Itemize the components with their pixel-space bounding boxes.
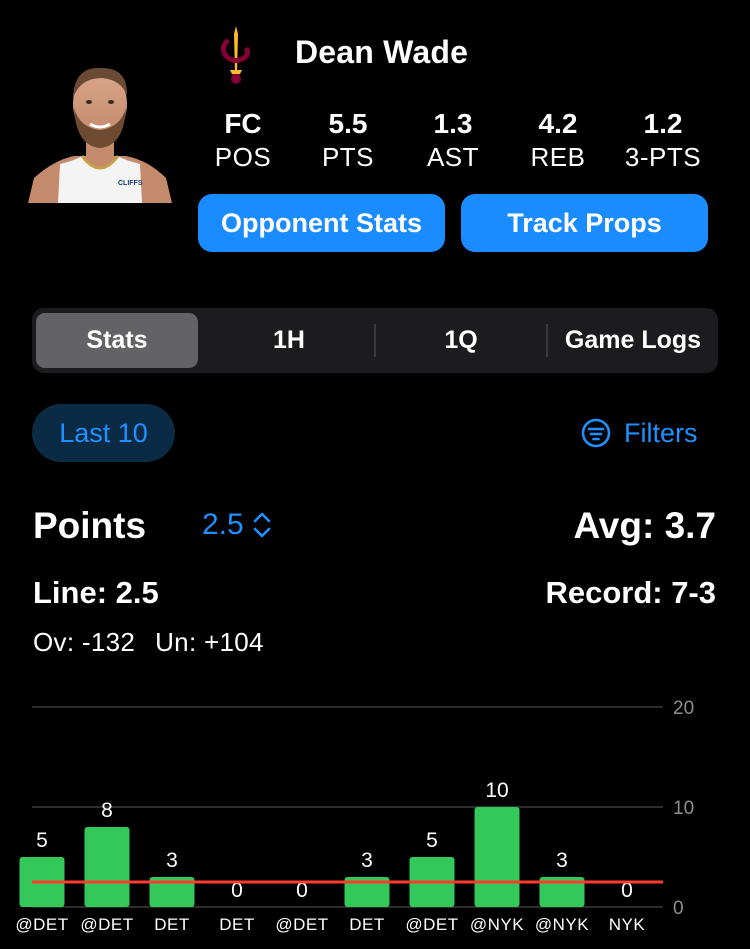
player-headshot: CLIFFS xyxy=(24,60,176,203)
stat-label: 3-PTS xyxy=(624,142,702,172)
stat-label: PTS xyxy=(321,142,375,172)
y-tick-label: 10 xyxy=(673,798,694,819)
y-tick-label: 20 xyxy=(673,698,694,719)
stat-rebounds: 4.2 REB xyxy=(508,108,608,174)
x-tick-label: DET xyxy=(154,915,190,934)
stat-assists: 1.3 AST xyxy=(403,108,503,174)
chevron-up-down-icon xyxy=(253,512,271,538)
tab-1q[interactable]: 1Q xyxy=(376,313,546,368)
y-tick-label: 0 xyxy=(673,898,684,919)
stat-value: 5.5 xyxy=(328,108,368,139)
x-tick-label: @DET xyxy=(405,915,458,934)
stat-label: REB xyxy=(530,142,586,172)
x-tick-label: DET xyxy=(219,915,255,934)
stat-value: 1.3 xyxy=(433,108,473,139)
bar-value-label: 5 xyxy=(426,829,438,852)
range-chip-last-10[interactable]: Last 10 xyxy=(32,404,175,462)
track-props-button[interactable]: Track Props xyxy=(461,194,708,252)
average-value: Avg: 3.7 xyxy=(573,505,716,546)
filters-button[interactable]: Filters xyxy=(580,413,698,453)
tab-stats[interactable]: Stats xyxy=(36,313,198,368)
prop-title: Points xyxy=(33,505,147,546)
cavaliers-sword-icon xyxy=(220,26,251,84)
stat-value: FC xyxy=(224,108,262,139)
points-bar-chart: 01020 5@DET8@DET3DET0DET0@DET3DET5@DET10… xyxy=(15,698,694,934)
bar-value-label: 5 xyxy=(36,829,48,852)
bar-value-label: 8 xyxy=(101,799,113,822)
period-segmented-control: Stats 1H 1Q Game Logs xyxy=(32,308,718,373)
x-tick-label: @NYK xyxy=(470,915,524,934)
tab-1h[interactable]: 1H xyxy=(204,313,374,368)
opponent-stats-button[interactable]: Opponent Stats xyxy=(198,194,445,252)
stat-value: 1.2 xyxy=(643,108,683,139)
line-selector-value: 2.5 xyxy=(202,508,244,541)
stat-label: POS xyxy=(214,142,272,172)
over-odds: Ov: -132 xyxy=(33,627,136,657)
stat-points: 5.5 PTS xyxy=(298,108,398,174)
x-tick-label: @DET xyxy=(15,915,68,934)
x-tick-label: @DET xyxy=(80,915,133,934)
bar-value-label: 3 xyxy=(361,849,373,872)
stat-label: AST xyxy=(426,142,480,172)
odds-row: Ov: -132 Un: +104 xyxy=(33,627,264,658)
bar-value-label: 3 xyxy=(166,849,178,872)
x-tick-label: DET xyxy=(349,915,385,934)
filters-label: Filters xyxy=(624,417,698,448)
bar-value-label: 3 xyxy=(556,849,568,872)
bar[interactable] xyxy=(474,807,520,907)
record-value: Record: 7-3 xyxy=(545,575,716,610)
bar[interactable] xyxy=(84,827,130,907)
bar-value-label: 10 xyxy=(485,779,508,802)
stat-value: 4.2 xyxy=(538,108,578,139)
stat-position: FC POS xyxy=(193,108,293,174)
filter-icon xyxy=(581,418,611,448)
player-name: Dean Wade xyxy=(295,34,469,70)
x-tick-label: @DET xyxy=(275,915,328,934)
x-tick-label: NYK xyxy=(609,915,646,934)
line-selector[interactable]: 2.5 xyxy=(202,508,272,542)
stat-three-pointers: 1.2 3-PTS xyxy=(613,108,713,174)
tab-game-logs[interactable]: Game Logs xyxy=(548,313,718,368)
line-value: Line: 2.5 xyxy=(33,575,159,610)
under-odds: Un: +104 xyxy=(155,627,264,657)
jersey-text: CLIFFS xyxy=(118,180,143,187)
x-tick-label: @NYK xyxy=(535,915,589,934)
